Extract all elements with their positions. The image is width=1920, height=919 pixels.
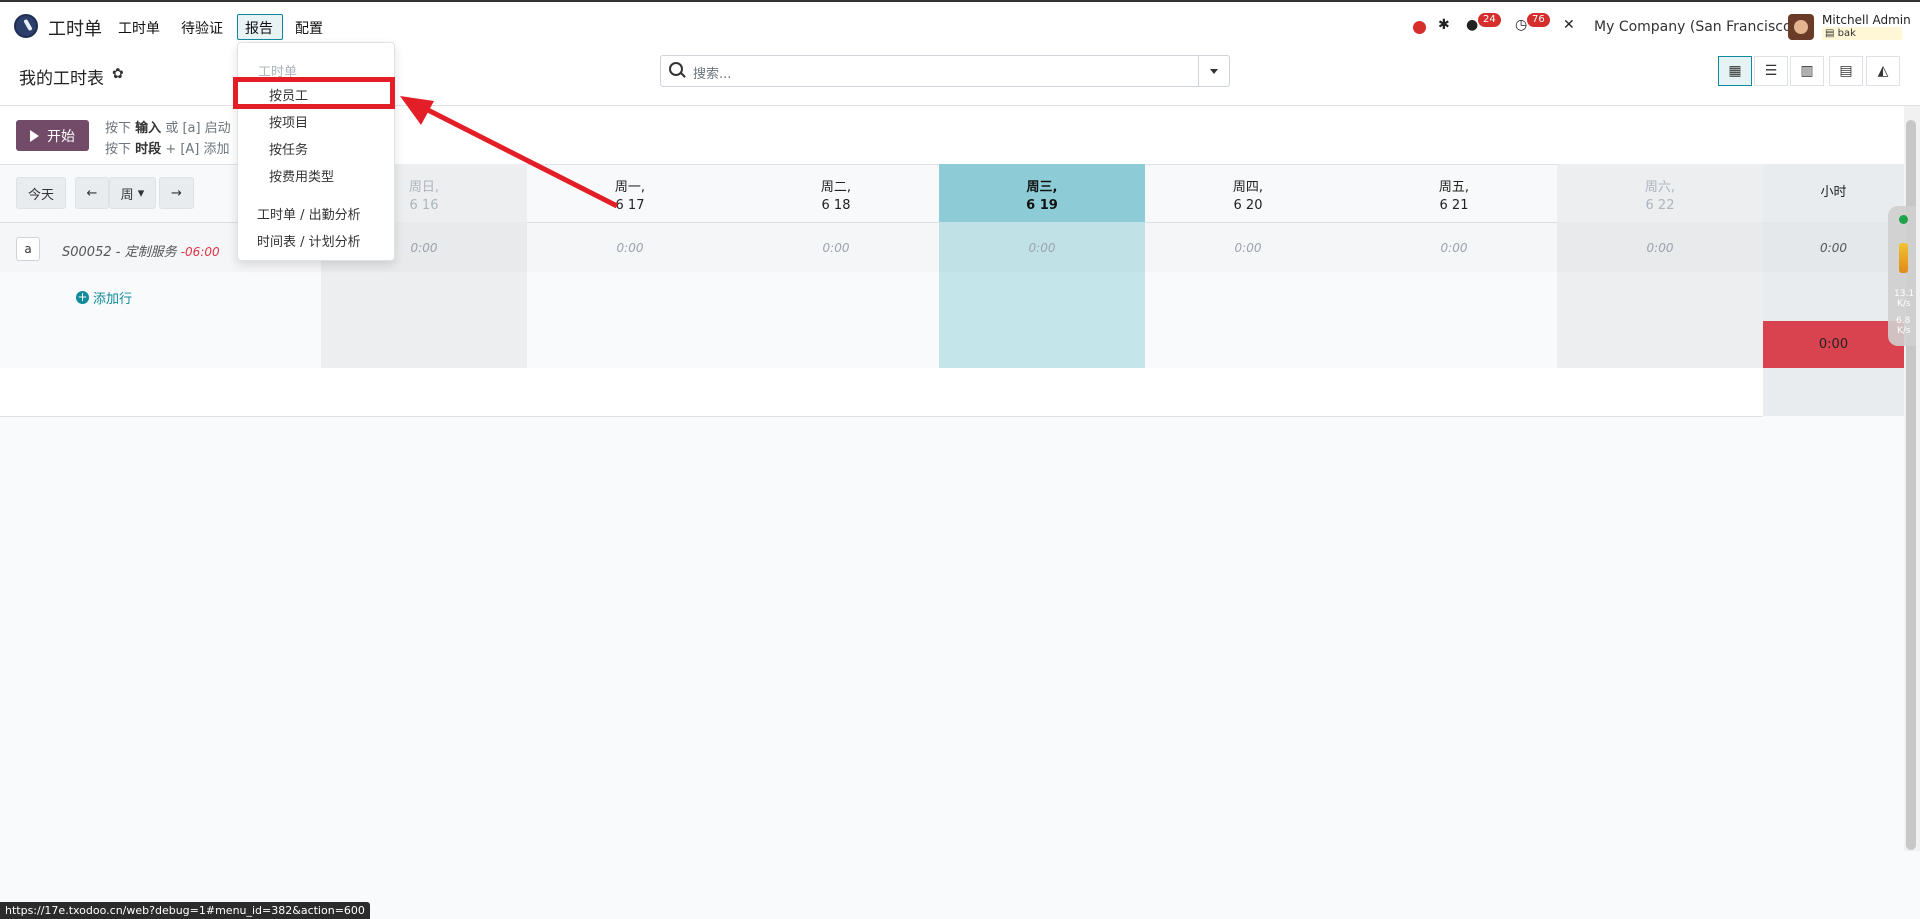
status-url: https://17e.txodoo.cn/web?debug=1#menu_i… bbox=[0, 902, 370, 919]
cell-sat[interactable]: 0:00 bbox=[1557, 241, 1763, 255]
database-name: bak bbox=[1837, 28, 1856, 39]
kanban-view-button[interactable]: ▥ bbox=[1790, 56, 1824, 86]
plus-circle-icon: + bbox=[76, 290, 89, 304]
cell-mon[interactable]: 0:00 bbox=[527, 241, 733, 255]
add-line-label: 添加行 bbox=[93, 292, 133, 307]
meter-icon bbox=[1899, 243, 1908, 273]
grid-view-button[interactable]: ▦ bbox=[1718, 56, 1752, 86]
hint2-key: 时段 bbox=[135, 142, 162, 157]
hint-line-2: 按下 时段 + [A] 添加 bbox=[105, 138, 230, 157]
search-options-toggle[interactable] bbox=[1198, 56, 1229, 86]
user-avatar[interactable] bbox=[1788, 14, 1814, 40]
page-title: 我的工时表 bbox=[19, 69, 104, 89]
day-header-mon: 周一, 6 17 bbox=[614, 180, 646, 213]
hint-line-1: 按下 输入 或 [a] 启动 bbox=[105, 117, 231, 136]
upload-speed: 13.1 bbox=[1894, 289, 1915, 299]
search-input[interactable]: 搜索... bbox=[660, 55, 1230, 87]
hint1-pre: 按下 bbox=[105, 121, 132, 136]
clock-icon[interactable]: ◷ bbox=[1515, 17, 1527, 33]
day-header-fri: 周五, 6 21 bbox=[1438, 180, 1470, 213]
cell-tue[interactable]: 0:00 bbox=[733, 241, 939, 255]
dropdown-item-attendance-analysis[interactable]: 工时单 / 出勤分析 bbox=[257, 204, 361, 223]
company-switcher[interactable]: My Company (San Francisco) bbox=[1594, 19, 1797, 35]
user-name[interactable]: Mitchell Admin bbox=[1822, 13, 1911, 27]
hint1-key: 输入 bbox=[135, 121, 162, 136]
bug-icon[interactable]: ✱ bbox=[1438, 17, 1450, 33]
cell-thu[interactable]: 0:00 bbox=[1145, 241, 1351, 255]
blank-row bbox=[0, 368, 1763, 417]
prev-arrow-icon[interactable]: ← bbox=[75, 177, 109, 209]
hint2-post: + [A] 添加 bbox=[165, 142, 230, 157]
cell-wed[interactable]: 0:00 bbox=[939, 241, 1145, 255]
day-header-tue: 周二, 6 18 bbox=[820, 180, 852, 213]
period-dropdown[interactable]: 周 ▾ bbox=[109, 177, 156, 209]
app-logo-icon[interactable] bbox=[14, 14, 38, 38]
play-icon bbox=[30, 129, 39, 142]
start-timer-button[interactable]: 开始 bbox=[16, 120, 89, 151]
period-label: 周 bbox=[120, 187, 134, 203]
dropdown-item-planning-analysis[interactable]: 时间表 / 计划分析 bbox=[257, 231, 361, 250]
recording-dot-icon[interactable] bbox=[1413, 21, 1426, 34]
menu-configuration[interactable]: 配置 bbox=[295, 18, 323, 38]
today-button[interactable]: 今天 bbox=[16, 177, 66, 209]
pivot-view-button[interactable]: ▤ bbox=[1829, 56, 1863, 86]
menu-to-validate[interactable]: 待验证 bbox=[181, 18, 223, 38]
day-header-sat: 周六, 6 22 bbox=[1644, 180, 1676, 213]
cell-fri[interactable]: 0:00 bbox=[1351, 241, 1557, 255]
annotation-highlight-box bbox=[233, 77, 395, 109]
hint2-pre: 按下 bbox=[105, 142, 132, 157]
app-title[interactable]: 工时单 bbox=[48, 15, 102, 41]
menu-reporting[interactable]: 报告 bbox=[245, 18, 273, 38]
dropdown-item-by-expense-type[interactable]: 按费用类型 bbox=[269, 166, 334, 185]
grand-total: 0:00 bbox=[1763, 321, 1904, 368]
search-icon bbox=[669, 62, 683, 76]
task-key-badge[interactable]: a bbox=[16, 237, 40, 261]
upload-unit: K/s bbox=[1897, 299, 1911, 309]
graph-view-button[interactable]: ◭ bbox=[1866, 56, 1900, 86]
activities-badge: 76 bbox=[1527, 13, 1550, 27]
chat-icon[interactable]: ● bbox=[1466, 17, 1478, 33]
next-arrow-icon[interactable]: → bbox=[159, 177, 194, 209]
task-label[interactable]: S00052 - 定制服务 -06:00 bbox=[62, 241, 220, 260]
chevron-down-icon bbox=[1210, 69, 1218, 74]
hours-header: 小时 bbox=[1820, 185, 1847, 200]
task-name: S00052 - 定制服务 bbox=[62, 245, 177, 260]
row-total: 0:00 bbox=[1820, 241, 1847, 255]
menu-timesheets[interactable]: 工时单 bbox=[118, 18, 160, 38]
download-unit: K/s bbox=[1897, 326, 1911, 336]
day-header-wed: 周三, 6 19 bbox=[1026, 180, 1058, 213]
search-placeholder: 搜索... bbox=[693, 67, 732, 82]
list-view-button[interactable]: ☰ bbox=[1754, 56, 1788, 86]
dropdown-item-by-task[interactable]: 按任务 bbox=[269, 139, 308, 158]
start-label: 开始 bbox=[47, 128, 75, 145]
gear-icon[interactable]: ✿ bbox=[112, 66, 124, 82]
database-badge: ▤ bak bbox=[1822, 27, 1902, 40]
tools-icon[interactable]: ✕ bbox=[1563, 17, 1575, 33]
hint1-post: 或 [a] 启动 bbox=[165, 121, 231, 136]
download-speed: 6.8 bbox=[1896, 316, 1911, 326]
dropdown-item-by-project[interactable]: 按项目 bbox=[269, 112, 308, 131]
status-dot-icon bbox=[1899, 215, 1908, 224]
day-header-thu: 周四, 6 20 bbox=[1232, 180, 1264, 213]
task-offset: -06:00 bbox=[180, 245, 220, 259]
messages-badge: 24 bbox=[1478, 13, 1501, 27]
add-line-button[interactable]: + 添加行 bbox=[76, 288, 132, 307]
reporting-dropdown: 工时单 按员工 按项目 按任务 按费用类型 工时单 / 出勤分析 时间表 / 计… bbox=[237, 42, 395, 261]
